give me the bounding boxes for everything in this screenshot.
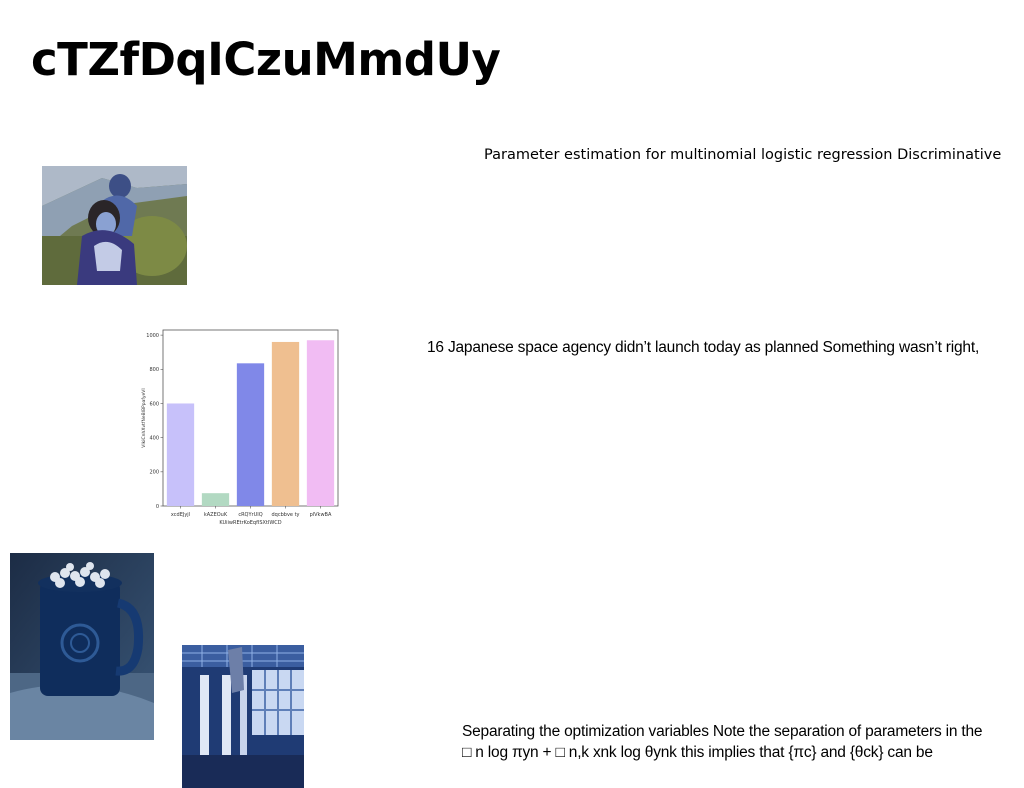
- y-tick-label: 600: [149, 401, 159, 407]
- bar: [271, 341, 300, 506]
- bar: [166, 403, 195, 506]
- page-title: cTZfDqICzuMmdUy: [31, 33, 501, 86]
- bar: [201, 493, 230, 506]
- x-axis-label: KUiiwREtrKoEqfISXtIWCD: [219, 520, 281, 526]
- y-tick-label: 800: [149, 367, 159, 373]
- x-tick-label: cRQYrUIQ: [238, 512, 262, 518]
- x-tick-label: xcdEJyjl: [171, 512, 190, 518]
- paragraph-text: 16 Japanese space agency didn’t launch t…: [427, 339, 980, 356]
- paragraph-text: Separating the optimization variables No…: [462, 721, 983, 763]
- y-axis-label: VIkiCnhXvtfNeBlBPpafyeVI: [141, 388, 147, 447]
- x-tick-label: plVkwBA: [310, 512, 332, 518]
- blue-mug-with-marshmallows-photo: [10, 553, 154, 740]
- y-tick-label: 200: [149, 470, 159, 476]
- x-tick-label: dqcbbve ty: [272, 512, 300, 518]
- paragraph-line: □ n log πyn + □ n,k xnk log θynk this im…: [462, 744, 933, 761]
- bar: [236, 363, 265, 506]
- hall-with-flag-photo: [182, 645, 304, 788]
- bar: [306, 340, 335, 506]
- y-tick-label: 400: [149, 435, 159, 441]
- y-tick-label: 0: [156, 504, 159, 510]
- x-tick-label: kAZEOuK: [204, 512, 228, 518]
- paragraph-line: Separating the optimization variables No…: [462, 723, 983, 740]
- couple-in-pool-photo: [42, 166, 187, 285]
- paragraph-text: Parameter estimation for multinomial log…: [484, 147, 1002, 163]
- bar-chart: xcdEJyjl kAZEOuK cRQYrUIQ dqcbbve ty plVkwBA…: [138, 324, 348, 530]
- y-tick-label: 1000: [146, 333, 159, 339]
